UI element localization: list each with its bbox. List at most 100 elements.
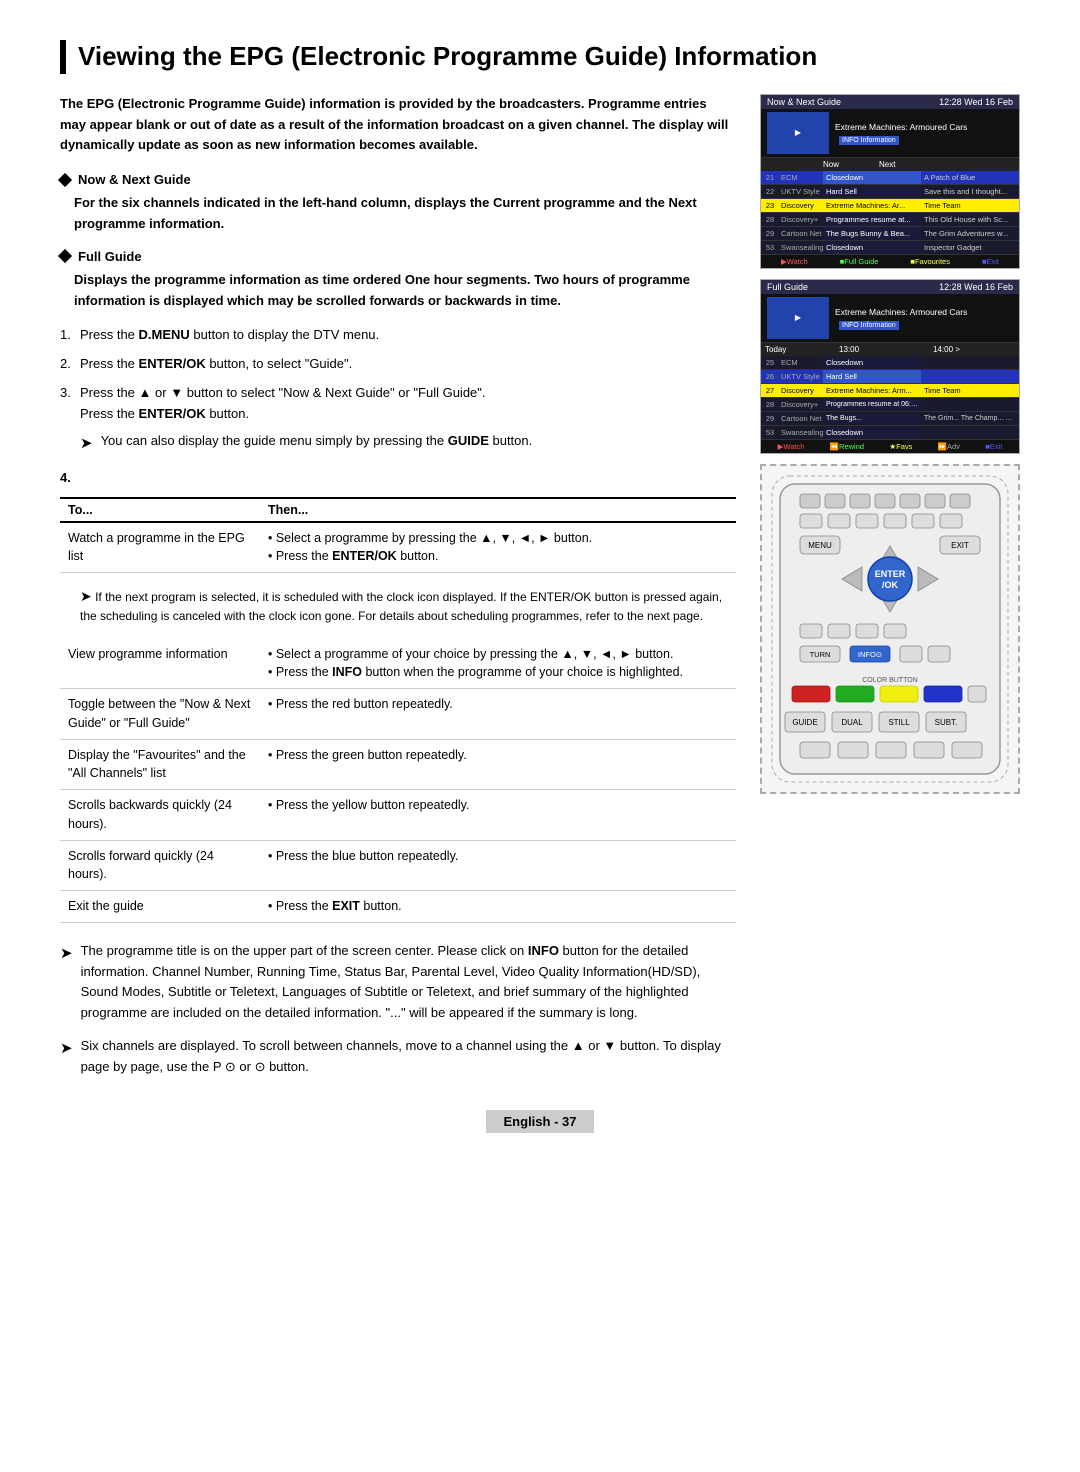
page-footer: English - 37 bbox=[60, 1114, 1020, 1129]
epg-row: 53 Swansealing Closedown Inspector Gadge… bbox=[761, 241, 1019, 255]
section-full-guide: Full Guide Displays the programme inform… bbox=[60, 249, 736, 312]
epg-now-next-screenshot: Now & Next Guide 12:28 Wed 16 Feb ▶ Extr… bbox=[760, 94, 1020, 269]
epg-btn-advance: ⏩Adv bbox=[938, 442, 960, 451]
table-cell-then: • Press the blue button repeatedly. bbox=[260, 840, 736, 891]
epg-btn-exit: ■Exit bbox=[982, 257, 999, 266]
epg-btn-favourites: ■Favourites bbox=[910, 257, 950, 266]
epg-full-info-badge: INFO Information bbox=[835, 319, 967, 329]
svg-text:ENTER: ENTER bbox=[875, 569, 906, 579]
table-row: View programme information • Select a pr… bbox=[60, 639, 736, 689]
svg-text:MENU: MENU bbox=[808, 541, 832, 550]
epg-preview-text: Extreme Machines: Armoured Cars bbox=[835, 122, 967, 132]
arrow-icon: ➤ bbox=[80, 432, 93, 456]
table-cell-then: • Press the yellow button repeatedly. bbox=[260, 790, 736, 841]
section-title-full-guide: Full Guide bbox=[60, 249, 736, 264]
epg-row: 28 Discovery+ Programmes resume at... Th… bbox=[761, 213, 1019, 227]
epg-preview-box: ▶ bbox=[767, 112, 829, 154]
epg-full-col-headers: Today 13:00 14:00 > bbox=[761, 343, 1019, 356]
scheduling-note: ➤ If the next program is selected, it is… bbox=[80, 585, 736, 627]
epg-full-header: Full Guide 12:28 Wed 16 Feb bbox=[761, 280, 1019, 294]
epg-full-channel-rows: 25 ECM Closedown 26 UKTV Style Hard Sell… bbox=[761, 356, 1019, 440]
epg-full-time: 12:28 Wed 16 Feb bbox=[939, 282, 1013, 292]
step-4-label: 4. bbox=[60, 470, 71, 485]
epg-full-row: 27 Discovery Extreme Machines: Arm... Ti… bbox=[761, 384, 1019, 398]
epg-row: 22 UKTV Style Hard Sell Save this and I … bbox=[761, 185, 1019, 199]
table-header-then: Then... bbox=[260, 498, 736, 522]
left-column: The EPG (Electronic Programme Guide) inf… bbox=[60, 94, 736, 1090]
section-body-full-guide: Displays the programme information as ti… bbox=[74, 270, 736, 312]
epg-full-row: 53 Swansealing Closedown bbox=[761, 426, 1019, 440]
table-row: Scrolls backwards quickly (24 hours). • … bbox=[60, 790, 736, 841]
guide-button-note: You can also display the guide menu simp… bbox=[101, 431, 533, 456]
table-row: Scrolls forward quickly (24 hours). • Pr… bbox=[60, 840, 736, 891]
epg-full-preview-text: Extreme Machines: Armoured Cars bbox=[835, 307, 967, 317]
bottom-notes: ➤ The programme title is on the upper pa… bbox=[60, 941, 736, 1078]
table-header-to: To... bbox=[60, 498, 260, 522]
diamond-icon bbox=[58, 173, 72, 187]
guide-table: To... Then... Watch a programme in the E… bbox=[60, 497, 736, 574]
epg-btn-rewind: ⏪Rewind bbox=[830, 442, 864, 451]
epg-row: 23 Discovery Extreme Machines: Ar... Tim… bbox=[761, 199, 1019, 213]
epg-bottom-bar: ▶Watch ■Full Guide ■Favourites ■Exit bbox=[761, 255, 1019, 268]
page-number: English - 37 bbox=[486, 1110, 595, 1133]
table-row: Exit the guide • Press the EXIT button. bbox=[60, 891, 736, 923]
table-cell-then: • Select a programme of your choice by p… bbox=[260, 639, 736, 689]
table-cell-then: • Select a programme by pressing the ▲, … bbox=[260, 522, 736, 573]
epg-now-next-header: Now & Next Guide 12:28 Wed 16 Feb bbox=[761, 95, 1019, 109]
epg-col-headers: Now Next bbox=[761, 158, 1019, 171]
epg-full-preview-box: ▶ bbox=[767, 297, 829, 339]
svg-text:GUIDE: GUIDE bbox=[792, 718, 817, 727]
table-cell-to: Scrolls forward quickly (24 hours). bbox=[60, 840, 260, 891]
bottom-note-2: ➤ Six channels are displayed. To scroll … bbox=[60, 1036, 736, 1078]
epg-now-next-title: Now & Next Guide bbox=[767, 97, 841, 107]
epg-btn-fullguide: ■Full Guide bbox=[840, 257, 879, 266]
table-cell-to: Exit the guide bbox=[60, 891, 260, 923]
guide-table-2: View programme information • Select a pr… bbox=[60, 639, 736, 923]
table-cell-then: • Press the EXIT button. bbox=[260, 891, 736, 923]
steps-list: Press the D.MENU button to display the D… bbox=[60, 325, 736, 455]
step-4-container: 4. To... Then... Watch a programme in th… bbox=[60, 470, 736, 923]
epg-full-title: Full Guide bbox=[767, 282, 808, 292]
arrow-icon-3: ➤ bbox=[60, 942, 73, 966]
step-2: Press the ENTER/OK button, to select "Gu… bbox=[60, 354, 736, 375]
diamond-icon-2 bbox=[58, 249, 72, 263]
intro-text: The EPG (Electronic Programme Guide) inf… bbox=[60, 94, 736, 156]
arrow-icon-4: ➤ bbox=[60, 1037, 73, 1061]
epg-full-row: 29 Cartoon Net The Bugs... The Grim... T… bbox=[761, 412, 1019, 426]
svg-text:INFO⊙: INFO⊙ bbox=[858, 650, 882, 659]
svg-text:TURN: TURN bbox=[810, 650, 831, 659]
epg-full-screenshot: Full Guide 12:28 Wed 16 Feb ▶ Extreme Ma… bbox=[760, 279, 1020, 454]
epg-btn-exit2: ■Exit bbox=[985, 442, 1002, 451]
table-cell-then: • Press the red button repeatedly. bbox=[260, 689, 736, 740]
table-cell-to: Watch a programme in the EPG list bbox=[60, 522, 260, 573]
table-row: Toggle between the "Now & Next Guide" or… bbox=[60, 689, 736, 740]
section-title-now-next: Now & Next Guide bbox=[60, 172, 736, 187]
table-row: Display the "Favourites" and the "All Ch… bbox=[60, 739, 736, 790]
bottom-note-1: ➤ The programme title is on the upper pa… bbox=[60, 941, 736, 1024]
section-body-now-next: For the six channels indicated in the le… bbox=[74, 193, 736, 235]
epg-btn-favs2: ★Favs bbox=[889, 442, 912, 451]
right-column: Now & Next Guide 12:28 Wed 16 Feb ▶ Extr… bbox=[760, 94, 1020, 1090]
epg-full-bottom-bar: ▶Watch ⏪Rewind ★Favs ⏩Adv ■Exit bbox=[761, 440, 1019, 453]
step-1: Press the D.MENU button to display the D… bbox=[60, 325, 736, 346]
page-title: Viewing the EPG (Electronic Programme Gu… bbox=[60, 40, 1020, 74]
epg-full-row: 25 ECM Closedown bbox=[761, 356, 1019, 370]
epg-btn-watch: ▶Watch bbox=[781, 257, 808, 266]
svg-text:EXIT: EXIT bbox=[951, 541, 969, 550]
svg-text:SUBT.: SUBT. bbox=[935, 718, 958, 727]
table-cell-to: Display the "Favourites" and the "All Ch… bbox=[60, 739, 260, 790]
epg-full-row: 28 Discovery+ Programmes resume at 06:00 bbox=[761, 398, 1019, 412]
table-cell-to: View programme information bbox=[60, 639, 260, 689]
table-row: Watch a programme in the EPG list • Sele… bbox=[60, 522, 736, 573]
epg-full-row: 26 UKTV Style Hard Sell bbox=[761, 370, 1019, 384]
epg-now-next-time: 12:28 Wed 16 Feb bbox=[939, 97, 1013, 107]
epg-channel-rows: 21 ECM Closedown A Patch of Blue 22 UKTV… bbox=[761, 171, 1019, 255]
remote-diagram: ENTER /OK MENU EXIT TURN INFO⊙ bbox=[760, 464, 1020, 794]
svg-text:/OK: /OK bbox=[882, 580, 899, 590]
section-now-next: Now & Next Guide For the six channels in… bbox=[60, 172, 736, 235]
table-cell-then: • Press the green button repeatedly. bbox=[260, 739, 736, 790]
table-cell-to: Toggle between the "Now & Next Guide" or… bbox=[60, 689, 260, 740]
table-cell-to: Scrolls backwards quickly (24 hours). bbox=[60, 790, 260, 841]
epg-info-badge: INFO Information bbox=[835, 134, 967, 144]
svg-text:STILL: STILL bbox=[888, 718, 910, 727]
